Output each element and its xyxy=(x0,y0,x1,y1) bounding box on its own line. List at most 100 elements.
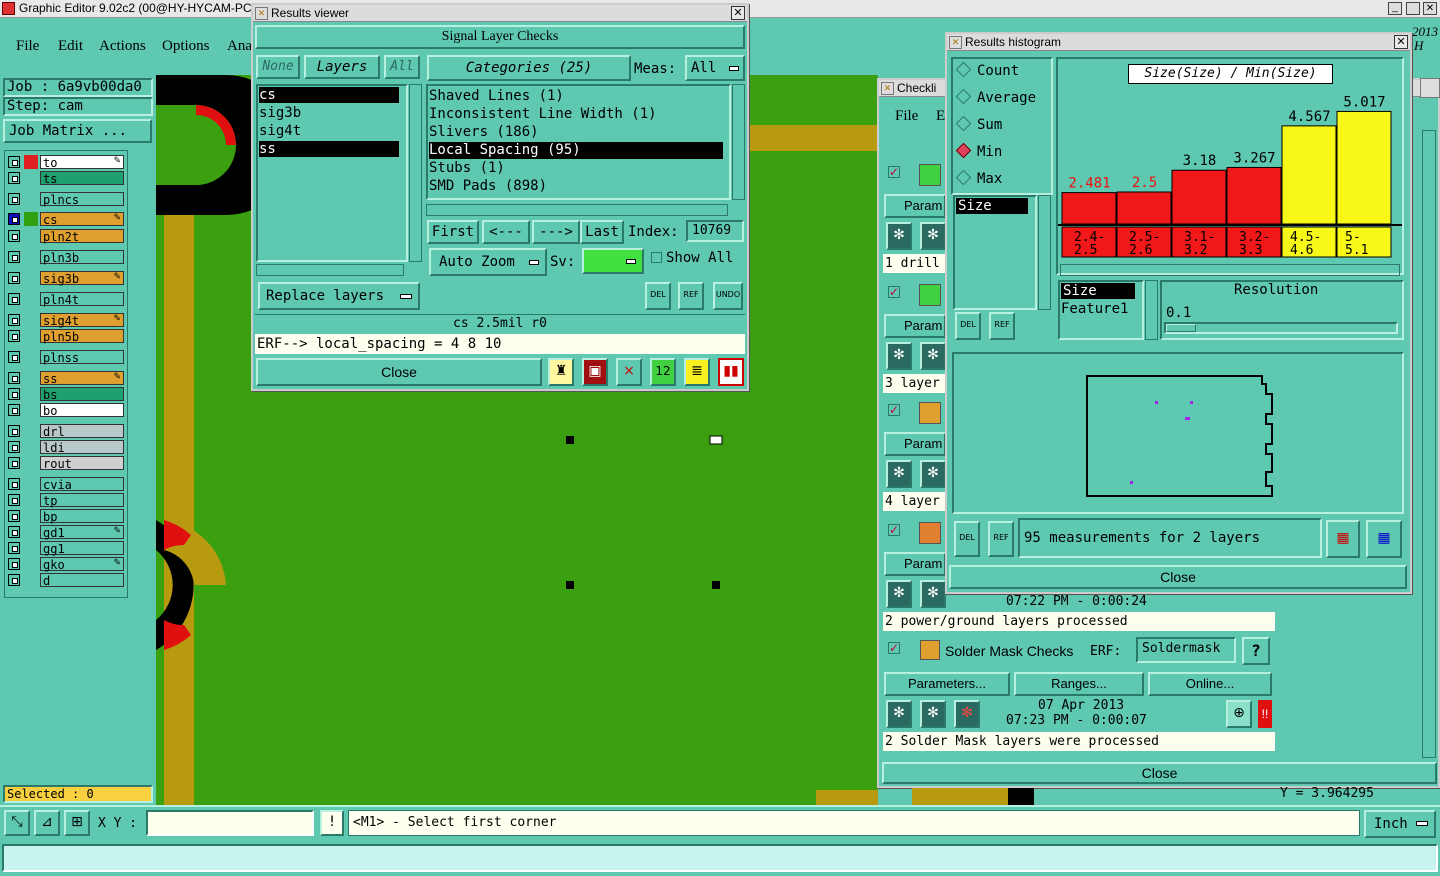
param-button[interactable]: Param xyxy=(884,432,946,456)
layer-checkbox[interactable] xyxy=(8,526,20,538)
preview-ref-icon[interactable]: REF xyxy=(988,521,1014,557)
feature-scroll[interactable] xyxy=(1145,280,1158,340)
check-mark-icon[interactable]: ✓ xyxy=(888,524,900,536)
category-item[interactable]: Shaved Lines (1) xyxy=(429,88,723,105)
replace-layers-select[interactable]: Replace layers xyxy=(258,282,420,310)
layer-color-swatch[interactable] xyxy=(24,525,38,539)
layer-checkbox[interactable] xyxy=(8,478,20,490)
checklist-scrollbar[interactable] xyxy=(1422,130,1436,758)
rv-layer-item[interactable]: cs xyxy=(259,87,399,103)
close-icon[interactable]: ✕ xyxy=(1394,35,1408,49)
grid-icon[interactable]: ⊞ xyxy=(64,810,90,836)
layer-name[interactable]: cvia xyxy=(40,477,124,492)
layer-color-swatch[interactable] xyxy=(24,250,38,264)
job-matrix-button[interactable]: Job Matrix ... xyxy=(3,119,152,143)
menu-edit[interactable]: Edit xyxy=(58,38,83,55)
layer-checkbox[interactable] xyxy=(8,542,20,554)
layer-name[interactable]: bs xyxy=(40,387,124,402)
online-button[interactable]: Online... xyxy=(1148,672,1272,696)
stop-icon[interactable]: ✻ xyxy=(954,700,980,728)
layer-row-to[interactable]: to ✎ xyxy=(8,155,124,170)
notes-icon[interactable]: ≣ xyxy=(684,358,710,386)
run-icon[interactable]: ✻ xyxy=(886,342,912,370)
checklist-menu-file[interactable]: File xyxy=(895,108,918,125)
layer-name[interactable]: pln3b xyxy=(40,250,124,265)
layer-color-swatch[interactable] xyxy=(24,292,38,306)
run-icon[interactable]: ✻ xyxy=(886,580,912,608)
mode-radio-max[interactable]: Max xyxy=(955,169,1002,187)
layer-row-pln5b[interactable]: pln5b xyxy=(8,329,124,344)
layer-checkbox[interactable] xyxy=(8,404,20,416)
none-button[interactable]: None xyxy=(256,55,300,79)
layer-name[interactable]: pln2t xyxy=(40,229,124,244)
layer-row-d[interactable]: d xyxy=(8,573,124,588)
layer-row-bo[interactable]: bo xyxy=(8,403,124,418)
layer-checkbox[interactable] xyxy=(8,388,20,400)
layer-color-swatch[interactable] xyxy=(24,313,38,327)
layer-color-swatch[interactable] xyxy=(24,350,38,364)
layer-color-swatch[interactable] xyxy=(24,271,38,285)
layer-checkbox[interactable] xyxy=(8,558,20,570)
run-icon[interactable]: ✻ xyxy=(886,222,912,250)
ref-icon[interactable]: REF xyxy=(678,282,704,310)
report-icon[interactable]: ▣ xyxy=(582,358,608,386)
prev-button[interactable]: <--- xyxy=(482,220,530,244)
hist-del-icon[interactable]: DEL xyxy=(955,312,981,340)
run-icon[interactable]: ✻ xyxy=(886,700,912,728)
layer-checkbox[interactable] xyxy=(8,457,20,469)
checklist-close-button[interactable]: Close xyxy=(882,762,1437,784)
layer-checkbox[interactable] xyxy=(8,251,20,263)
next-button[interactable]: ---> xyxy=(532,220,580,244)
close-icon[interactable]: ✕ xyxy=(731,6,745,20)
rv-layer-item[interactable]: sig4t xyxy=(259,123,399,139)
layer-color-swatch[interactable] xyxy=(24,573,38,587)
layer-checkbox[interactable] xyxy=(8,156,20,168)
del-icon[interactable]: DEL xyxy=(645,282,671,310)
layer-color-swatch[interactable] xyxy=(24,440,38,454)
preview-del-icon[interactable]: DEL xyxy=(954,521,980,557)
layer-name[interactable]: d xyxy=(40,573,124,588)
layer-row-cvia[interactable]: cvia xyxy=(8,477,124,492)
layer-checkbox[interactable] xyxy=(8,351,20,363)
units-select[interactable]: Inch xyxy=(1364,810,1436,838)
menu-options[interactable]: Options xyxy=(162,38,210,55)
layer-checkbox[interactable] xyxy=(8,213,20,225)
info-icon[interactable]: ! xyxy=(320,810,344,836)
histogram-close-button[interactable]: Close xyxy=(949,565,1407,589)
category-hscroll[interactable] xyxy=(426,204,728,216)
layer-name[interactable]: bo xyxy=(40,403,124,418)
sv-select[interactable] xyxy=(582,248,644,274)
layer-row-gg1[interactable]: gg1 xyxy=(8,541,124,556)
layer-name[interactable]: to xyxy=(40,155,124,170)
category-item[interactable]: Inconsistent Line Width (1) xyxy=(429,106,723,123)
layer-name[interactable]: plncs xyxy=(40,192,124,207)
layer-row-bp[interactable]: bp xyxy=(8,509,124,524)
layer-name[interactable]: cs xyxy=(40,212,124,227)
layer-color-swatch[interactable] xyxy=(24,403,38,417)
category-item[interactable]: SMD Pads (898) xyxy=(429,178,723,195)
rv-layer-item[interactable]: ss xyxy=(259,141,399,157)
layer-name[interactable]: sig3b xyxy=(40,271,124,286)
layer-list-vscroll[interactable] xyxy=(409,84,422,262)
layer-row-drl[interactable]: drl xyxy=(8,424,124,439)
layer-checkbox[interactable] xyxy=(8,425,20,437)
layer-color-swatch[interactable] xyxy=(24,171,38,185)
layer-row-cs[interactable]: cs ✎ xyxy=(8,212,124,227)
rv-layer-item[interactable]: sig3b xyxy=(259,105,399,121)
layer-checkbox[interactable] xyxy=(8,441,20,453)
mode-radio-count[interactable]: Count xyxy=(955,61,1019,79)
feature-item-feature1[interactable]: Feature1 xyxy=(1061,301,1128,317)
layer-name[interactable]: drl xyxy=(40,424,124,439)
all-button[interactable]: All xyxy=(384,55,420,79)
number-icon[interactable]: 12 xyxy=(650,358,676,386)
layer-checkbox[interactable] xyxy=(8,372,20,384)
histogram-bar[interactable] xyxy=(1171,169,1227,225)
layer-name[interactable]: rout xyxy=(40,456,124,471)
mode-radio-sum[interactable]: Sum xyxy=(955,115,1002,133)
ranges-button[interactable]: Ranges... xyxy=(1014,672,1144,696)
layer-row-pln2t[interactable]: pln2t xyxy=(8,229,124,244)
layer-name[interactable]: gko xyxy=(40,557,124,572)
layer-row-gko[interactable]: gko ✎ xyxy=(8,557,124,572)
layer-name[interactable]: tp xyxy=(40,493,124,508)
check-mark-icon[interactable]: ✓ xyxy=(888,166,900,178)
